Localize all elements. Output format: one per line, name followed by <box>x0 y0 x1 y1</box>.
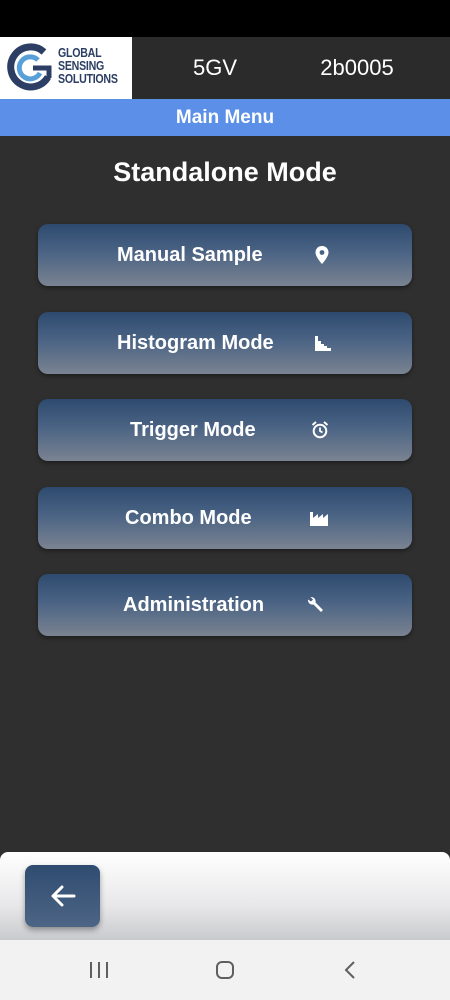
device-serial: 2b0005 <box>320 55 394 80</box>
gss-logo-icon <box>7 43 52 91</box>
bottom-bar <box>0 852 450 940</box>
manual-sample-button[interactable]: Manual Sample <box>38 224 412 286</box>
android-nav-bar <box>0 940 450 1000</box>
back-button[interactable] <box>25 865 100 927</box>
wrench-icon <box>307 596 323 612</box>
home-icon[interactable] <box>214 960 236 980</box>
logo-text: GLOBAL SENSING SOLUTIONS <box>58 46 118 86</box>
combo-mode-button[interactable]: Combo Mode <box>38 487 412 549</box>
page-title: Standalone Mode <box>113 157 337 187</box>
histogram-mode-button[interactable]: Histogram Mode <box>38 312 412 374</box>
histogram-icon <box>315 336 331 351</box>
company-logo: GLOBAL SENSING SOLUTIONS <box>0 37 132 99</box>
recent-apps-icon[interactable] <box>88 960 110 980</box>
status-bar <box>0 0 450 37</box>
trigger-mode-button[interactable]: Trigger Mode <box>38 399 412 461</box>
header: GLOBAL SENSING SOLUTIONS 5GV 2b0005 <box>0 37 450 99</box>
location-pin-icon <box>315 246 329 264</box>
device-model: 5GV <box>192 55 238 80</box>
button-label: Administration <box>123 594 265 616</box>
factory-icon <box>310 512 328 526</box>
back-chevron-icon[interactable] <box>342 960 358 980</box>
administration-button[interactable]: Administration <box>38 574 412 636</box>
alarm-clock-icon <box>311 421 329 439</box>
button-label: Trigger Mode <box>130 419 256 441</box>
button-label: Manual Sample <box>117 244 263 266</box>
button-label: Histogram Mode <box>117 332 274 354</box>
title-bar: Main Menu <box>0 99 450 136</box>
arrow-left-icon <box>51 885 76 907</box>
button-label: Combo Mode <box>125 507 252 529</box>
